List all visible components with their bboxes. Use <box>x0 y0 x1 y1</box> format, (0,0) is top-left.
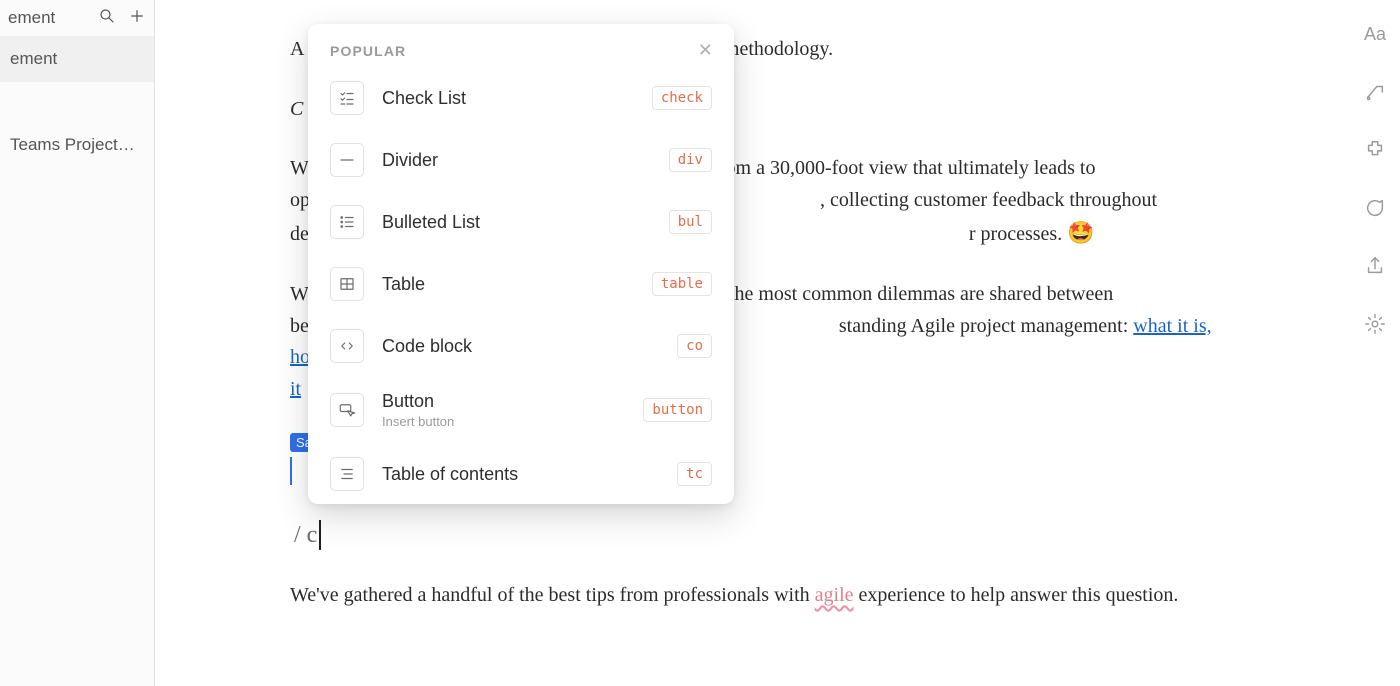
selection-caret <box>290 457 292 485</box>
text-cursor <box>319 520 321 550</box>
sidebar-item-label: ement <box>10 49 57 69</box>
settings-button[interactable] <box>1364 313 1386 335</box>
add-icon[interactable] <box>128 7 146 30</box>
popup-item-shortcut: tc <box>677 462 712 486</box>
popup-item-sublabel: Insert button <box>382 414 625 429</box>
popup-item-shortcut: button <box>643 398 712 422</box>
popup-item-check-list[interactable]: Check List check <box>308 67 734 129</box>
link-what-it-is-cont[interactable]: it <box>290 378 301 400</box>
emoji-star-struck: 🤩 <box>1067 220 1094 245</box>
close-icon[interactable]: ✕ <box>698 40 714 61</box>
sidebar-item-selected[interactable]: ement <box>0 36 154 82</box>
popup-item-bulleted-list[interactable]: Bulleted List bul <box>308 191 734 253</box>
comments-button[interactable] <box>1364 197 1386 219</box>
popup-item-label: Table of contents <box>382 464 659 485</box>
popup-item-label: Table <box>382 274 634 295</box>
paragraph[interactable]: We've gathered a handful of the best tip… <box>290 580 1250 612</box>
search-icon[interactable] <box>98 7 116 30</box>
share-button[interactable] <box>1364 255 1386 277</box>
sidebar-header-fragment: ement <box>8 8 86 28</box>
popup-item-shortcut: check <box>652 86 712 110</box>
right-toolbar: Aa <box>1364 24 1386 335</box>
popup-item-shortcut: bul <box>669 210 712 234</box>
popup-item-label: Divider <box>382 150 651 171</box>
popup-item-shortcut: co <box>677 334 712 358</box>
popup-item-table-of-contents[interactable]: Table of contents tc <box>308 443 734 504</box>
sidebar-item-label: Teams Project… <box>10 135 135 155</box>
popup-item-divider[interactable]: Divider div <box>308 129 734 191</box>
popup-section-header: POPULAR <box>330 43 406 59</box>
slash-typed-text: / c <box>294 522 317 549</box>
divider-icon <box>330 143 364 177</box>
slash-command-popup: POPULAR ✕ Check List check Divider div B… <box>308 24 734 504</box>
popup-item-code-block[interactable]: Code block co <box>308 315 734 377</box>
insert-button[interactable] <box>1364 81 1386 103</box>
typography-button[interactable]: Aa <box>1364 24 1386 45</box>
popup-item-button[interactable]: Button Insert button button <box>308 377 734 443</box>
popup-item-label: Check List <box>382 88 634 109</box>
popup-item-label: Button <box>382 391 625 412</box>
popup-item-label: Code block <box>382 336 659 357</box>
sidebar: ement ement Teams Project… <box>0 0 155 686</box>
popup-item-table[interactable]: Table table <box>308 253 734 315</box>
toc-icon <box>330 457 364 491</box>
table-icon <box>330 267 364 301</box>
code-block-icon <box>330 329 364 363</box>
popup-item-label: Bulleted List <box>382 212 651 233</box>
sidebar-item-teams-project[interactable]: Teams Project… <box>0 122 154 168</box>
popup-item-shortcut: table <box>652 272 712 296</box>
popup-item-shortcut: div <box>669 148 712 172</box>
spellcheck-word[interactable]: agile <box>815 584 854 606</box>
popup-list: Check List check Divider div Bulleted Li… <box>308 67 734 504</box>
slash-command-input[interactable]: / c <box>294 520 321 550</box>
button-icon <box>330 393 364 427</box>
bulleted-list-icon <box>330 205 364 239</box>
extensions-button[interactable] <box>1364 139 1386 161</box>
check-list-icon <box>330 81 364 115</box>
